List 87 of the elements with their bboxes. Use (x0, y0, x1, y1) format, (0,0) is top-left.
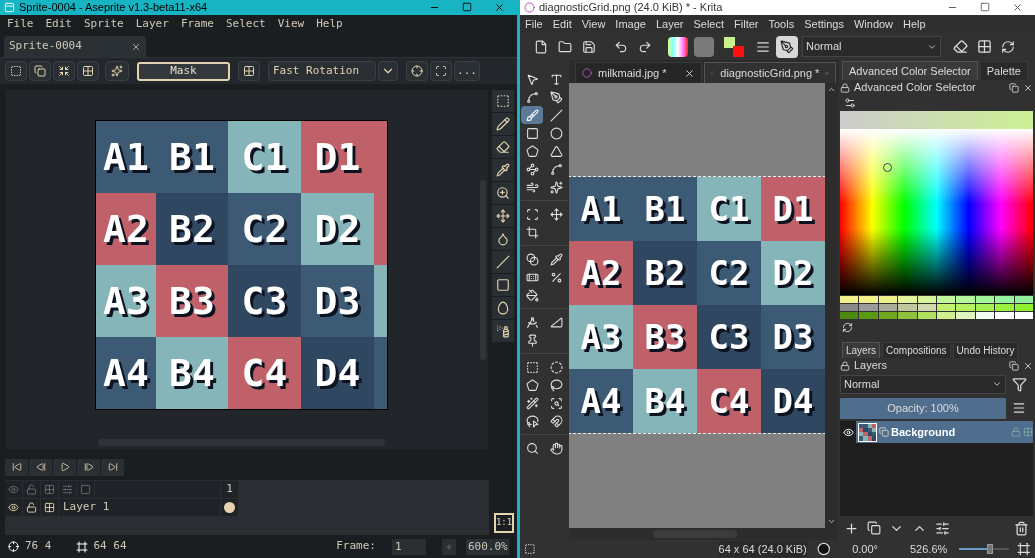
grid-cell: C4 (228, 337, 301, 409)
docker-tab[interactable]: Layers (842, 342, 880, 358)
image-size: 64 x 64 (24.0 KiB) (718, 541, 807, 557)
menu-item[interactable]: Layer (135, 15, 169, 33)
menu-item[interactable]: File (7, 15, 34, 33)
docker-tab[interactable]: Advanced Color Selector (842, 61, 978, 80)
cursor-position: 76 4 (25, 538, 52, 555)
grid-cell: D4 (301, 337, 374, 409)
menu-item[interactable]: Sprite (84, 15, 124, 33)
grid-cell: A3 (96, 265, 156, 337)
document-tab[interactable]: milkmaid.jpg * (575, 62, 702, 83)
grid-cell: B3 (633, 305, 697, 369)
grid-cell: D3 (301, 265, 374, 337)
grid-cell: D2 (761, 241, 825, 305)
grid-cell: B3 (156, 265, 228, 337)
grid-cell: B4 (156, 337, 228, 409)
opacity-slider[interactable]: Opacity: 100% (840, 397, 1006, 419)
grid-cell: A1 (569, 177, 633, 241)
docker-title: Advanced Color Selector (854, 80, 976, 96)
grid-cell: A4 (569, 369, 633, 433)
grid-cell: C4 (697, 369, 761, 433)
window-title: diagnosticGrid.png (24.0 KiB) * - Krita (539, 0, 723, 16)
rotation-algorithm-select[interactable]: Fast Rotation (268, 61, 376, 81)
grid-cell: D3 (761, 305, 825, 369)
grid-cell: C3 (228, 265, 301, 337)
grid-cell: A2 (569, 241, 633, 305)
layer-blend-mode-select[interactable]: Normal (840, 374, 1006, 394)
menu-item[interactable]: Edit (45, 15, 72, 33)
grid-cell: A4 (96, 337, 156, 409)
menu-item[interactable]: Settings (804, 15, 844, 33)
opacity-label: Opacity: 100% (887, 400, 959, 416)
zoom-reset-button[interactable]: 1:1 (494, 513, 514, 533)
grid-cell: C2 (697, 241, 761, 305)
grid-cell: D2 (301, 193, 374, 265)
grid-cell: A2 (96, 193, 156, 265)
zoom-value: 526.6% (909, 541, 948, 557)
mask-button[interactable]: Mask (137, 61, 230, 81)
zoom-field[interactable]: 600.0% (466, 538, 509, 555)
frame-field[interactable]: 1 (392, 538, 426, 555)
grid-cell: D1 (301, 121, 374, 193)
layer-row[interactable]: Background (840, 421, 1033, 443)
docker-title: Layers (854, 358, 888, 374)
blend-mode-select[interactable]: Normal (802, 36, 941, 57)
layer-name[interactable]: Layer 1 (59, 499, 220, 516)
menu-item[interactable]: Layer (655, 15, 684, 33)
grid-cell: A3 (569, 305, 633, 369)
layer-name: Background (891, 424, 956, 440)
menu-item[interactable]: Help (903, 15, 926, 33)
grid-cell: D4 (761, 369, 825, 433)
menu-item[interactable]: Window (853, 15, 894, 33)
docker-tab[interactable]: Palette (979, 61, 1028, 80)
menu-item[interactable]: Help (316, 15, 343, 33)
grid-cell: C2 (228, 193, 301, 265)
editor-canvas[interactable]: A1 B1 C1 D1 A2 B2 C2 D2 A3 B3 C3 D3 A4 B4 C4 D4 (6, 90, 488, 449)
window-title: Sprite-0004 - Aseprite v1.3-beta11-x64 (19, 0, 208, 16)
grid-cell: C3 (697, 305, 761, 369)
menu-item[interactable]: Select (693, 15, 725, 33)
grid-cell: A1 (96, 121, 156, 193)
grid-cell: B2 (633, 241, 697, 305)
docker-tab[interactable]: Compositions (882, 342, 951, 358)
more-button[interactable]: ... (454, 61, 480, 81)
grid-cell: B4 (633, 369, 697, 433)
menu-item[interactable]: Filter (734, 15, 759, 33)
frame-label: Frame: (336, 538, 376, 555)
menu-item[interactable]: Tools (768, 15, 795, 33)
document-tab[interactable]: Sprite-0004 (4, 36, 146, 57)
grid-cell: C1 (228, 121, 301, 193)
grid-cell: C1 (697, 177, 761, 241)
grid-cell: B1 (633, 177, 697, 241)
sprite-size: 64 64 (93, 538, 127, 555)
frame-header[interactable]: 1 (221, 481, 238, 498)
document-tab[interactable]: diagnosticGrid.png * (704, 62, 836, 83)
menu-item[interactable]: Image (615, 15, 646, 33)
canvas-area[interactable]: A1 B1 C1 D1 A2 B2 C2 D2 A3 B3 C3 D3 A4 B4 C4 D4 (569, 83, 825, 528)
menu-item[interactable]: Select (226, 15, 266, 33)
rotation-value: 0.00° (852, 541, 878, 557)
menu-item[interactable]: View (581, 15, 606, 33)
menu-item[interactable]: Frame (180, 15, 214, 33)
menu-item[interactable]: File (525, 15, 543, 33)
tab-label: diagnosticGrid.png * (720, 65, 820, 81)
grid-cell: D1 (761, 177, 825, 241)
tab-label: milkmaid.jpg * (598, 65, 667, 81)
grid-cell: B2 (156, 193, 228, 265)
grid-cell: B1 (156, 121, 228, 193)
docker-tab[interactable]: Undo History (952, 342, 1019, 358)
menu-item[interactable]: Edit (552, 15, 572, 33)
menu-item[interactable]: View (277, 15, 305, 33)
